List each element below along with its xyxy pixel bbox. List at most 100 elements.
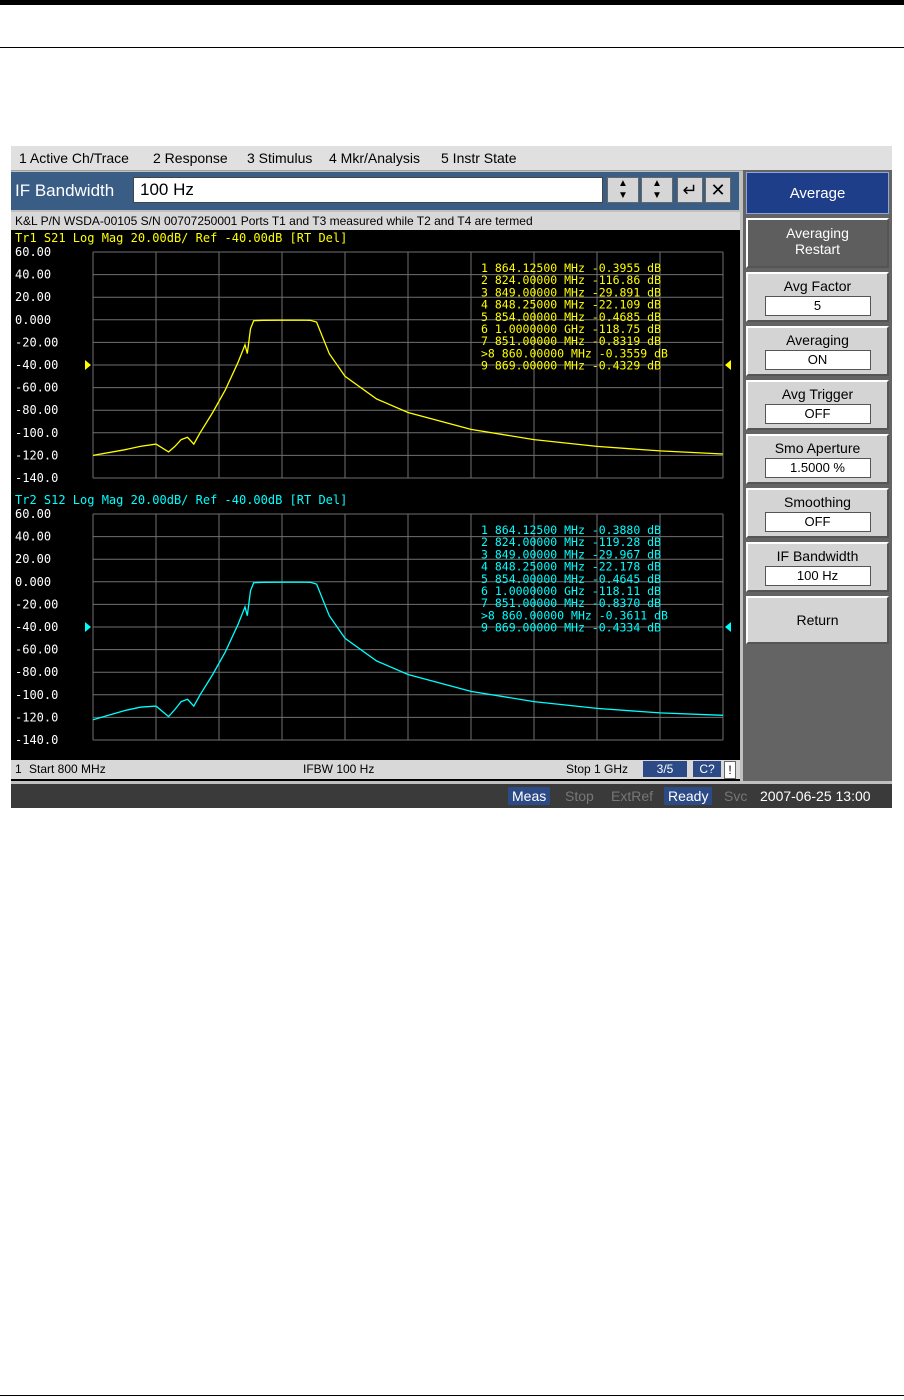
- y-tick-label: 40.00: [15, 530, 51, 544]
- softkey-value: 5: [764, 296, 871, 316]
- spin-up-down-button[interactable]: ▲ ▼: [607, 177, 639, 203]
- softkey-label: Return: [796, 612, 839, 628]
- if-bandwidth-status: IFBW 100 Hz: [303, 762, 375, 776]
- y-tick-label: 0.000: [15, 313, 51, 327]
- meas-indicator: Meas: [508, 787, 551, 805]
- marker-frequency: 869.00000 MHz: [495, 359, 592, 373]
- y-tick-label: 60.00: [15, 507, 51, 521]
- marker-number: 9: [481, 621, 495, 635]
- softkey-header-average: Average: [746, 172, 889, 214]
- date-time: 2007-06-25 13:00: [760, 788, 871, 804]
- ref-arrow-right: [725, 360, 731, 370]
- y-tick-label: 0.000: [15, 575, 51, 589]
- softkey-label: Restart: [794, 241, 841, 257]
- softkey-value: 100 Hz: [764, 566, 871, 586]
- softkey-label: Averaging: [786, 332, 849, 348]
- svc-indicator: Svc: [724, 788, 748, 804]
- warning-indicator: !: [724, 761, 736, 779]
- return-button[interactable]: Return: [746, 596, 889, 644]
- ref-arrow-right: [725, 622, 731, 632]
- smoothing-toggle-button[interactable]: Smoothing OFF: [746, 488, 889, 538]
- menu-instr-state[interactable]: 5 Instr State: [441, 150, 516, 166]
- marker-frequency: 869.00000 MHz: [495, 621, 592, 635]
- y-tick-label: -120.0: [15, 448, 58, 462]
- menu-bar: 1 Active Ch/Trace 2 Response 3 Stimulus …: [11, 146, 892, 171]
- ref-arrow-left: [85, 360, 91, 370]
- y-tick-label: 20.00: [15, 552, 51, 566]
- trace-label: Tr2: [15, 493, 44, 507]
- softkey-panel: Average Averaging Restart Avg Factor 5 A…: [743, 170, 892, 781]
- smo-aperture-button[interactable]: Smo Aperture 1.5000 %: [746, 434, 889, 484]
- step-up-down-button[interactable]: ▲ ▼: [641, 177, 673, 203]
- y-tick-label: 60.00: [15, 245, 51, 259]
- y-tick-label: -20.00: [15, 335, 58, 349]
- softkey-label: Avg Factor: [783, 278, 852, 294]
- network-analyzer-window: 1 Active Ch/Trace 2 Response 3 Stimulus …: [11, 146, 892, 808]
- avg-factor-button[interactable]: Avg Factor 5: [746, 272, 889, 322]
- trace-header: Tr2 S12 Log Mag 20.00dB/ Ref -40.00dB [R…: [15, 493, 347, 507]
- y-tick-label: -140.0: [15, 733, 58, 747]
- channel-number: 1: [15, 762, 22, 776]
- start-frequency: Start 800 MHz: [29, 762, 106, 776]
- title-line: K&L P/N WSDA-00105 S/N 00707250001 Ports…: [11, 212, 740, 230]
- trace-panel-2: Tr2 S12 Log Mag 20.00dB/ Ref -40.00dB [R…: [15, 493, 731, 747]
- measurement-display: K&L P/N WSDA-00105 S/N 00707250001 Ports…: [11, 212, 740, 781]
- softkey-label: Avg Trigger: [781, 386, 854, 402]
- trace-header: Tr1 S21 Log Mag 20.00dB/ Ref -40.00dB [R…: [15, 231, 347, 245]
- trace-title: S21 Log Mag 20.00dB/ Ref -40.00dB [RT De…: [44, 231, 347, 245]
- trace-plots: Tr1 S21 Log Mag 20.00dB/ Ref -40.00dB [R…: [15, 231, 731, 747]
- header-rule: [0, 47, 904, 48]
- softkey-value: 1.5000 %: [764, 458, 871, 478]
- menu-stimulus[interactable]: 3 Stimulus: [247, 150, 312, 166]
- y-tick-label: -60.00: [15, 381, 58, 395]
- stop-frequency: Stop 1 GHz: [566, 762, 629, 776]
- y-tick-label: 20.00: [15, 290, 51, 304]
- menu-response[interactable]: 2 Response: [153, 150, 228, 166]
- y-tick-label: -80.00: [15, 665, 58, 679]
- softkey-value: ON: [764, 350, 871, 370]
- marker-value: -0.4334 dB: [592, 621, 661, 635]
- avg-trigger-button[interactable]: Avg Trigger OFF: [746, 380, 889, 430]
- softkey-label: IF Bandwidth: [776, 548, 859, 564]
- y-tick-label: -100.0: [15, 426, 58, 440]
- y-tick-label: 40.00: [15, 268, 51, 282]
- trace-panel-1: Tr1 S21 Log Mag 20.00dB/ Ref -40.00dB [R…: [15, 231, 731, 485]
- entry-label: IF Bandwidth: [15, 181, 115, 200]
- softkey-label: Smoothing: [784, 494, 851, 510]
- close-icon[interactable]: ✕: [705, 177, 731, 203]
- softkey-value: OFF: [764, 512, 871, 532]
- averaging-toggle-button[interactable]: Averaging ON: [746, 326, 889, 376]
- extref-indicator: ExtRef: [611, 788, 654, 804]
- ready-indicator: Ready: [664, 787, 713, 805]
- calibration-indicator: C?: [693, 761, 721, 777]
- y-tick-label: -20.00: [15, 597, 58, 611]
- averaging-restart-button[interactable]: Averaging Restart: [746, 218, 889, 268]
- if-bandwidth-button[interactable]: IF Bandwidth 100 Hz: [746, 542, 889, 592]
- softkey-label: Smo Aperture: [774, 440, 861, 456]
- stop-indicator: Stop: [565, 788, 594, 804]
- softkey-label: Averaging: [786, 225, 849, 241]
- marker-readout: 9 869.00000 MHz -0.4329 dB: [481, 359, 661, 373]
- entry-value-input[interactable]: [133, 177, 603, 203]
- y-tick-label: -120.0: [15, 710, 58, 724]
- status-bar: Meas Stop ExtRef Ready Svc 2007-06-25 13…: [11, 784, 892, 808]
- softkey-value: OFF: [764, 404, 871, 424]
- y-tick-label: -40.00: [15, 358, 58, 372]
- trace-label: Tr1: [15, 231, 44, 245]
- entry-bar: IF Bandwidth ▲▼ ▲▼ ↵ ✕: [11, 172, 739, 210]
- enter-icon[interactable]: ↵: [677, 177, 703, 203]
- y-tick-label: -80.00: [15, 403, 58, 417]
- page-indicator: 3/5: [643, 761, 687, 777]
- marker-value: -0.4329 dB: [592, 359, 661, 373]
- y-tick-label: -140.0: [15, 471, 58, 485]
- top-rule: [0, 0, 904, 5]
- y-tick-label: -100.0: [15, 688, 58, 702]
- y-tick-label: -60.00: [15, 643, 58, 657]
- channel-status-line: 1 Start 800 MHz IFBW 100 Hz Stop 1 GHz 3…: [11, 760, 740, 779]
- menu-active-ch-trace[interactable]: 1 Active Ch/Trace: [19, 150, 129, 166]
- trace-title: S12 Log Mag 20.00dB/ Ref -40.00dB [RT De…: [44, 493, 347, 507]
- menu-mkr-analysis[interactable]: 4 Mkr/Analysis: [329, 150, 420, 166]
- ref-arrow-left: [85, 622, 91, 632]
- marker-number: 9: [481, 359, 495, 373]
- bottom-rule: [0, 1395, 904, 1396]
